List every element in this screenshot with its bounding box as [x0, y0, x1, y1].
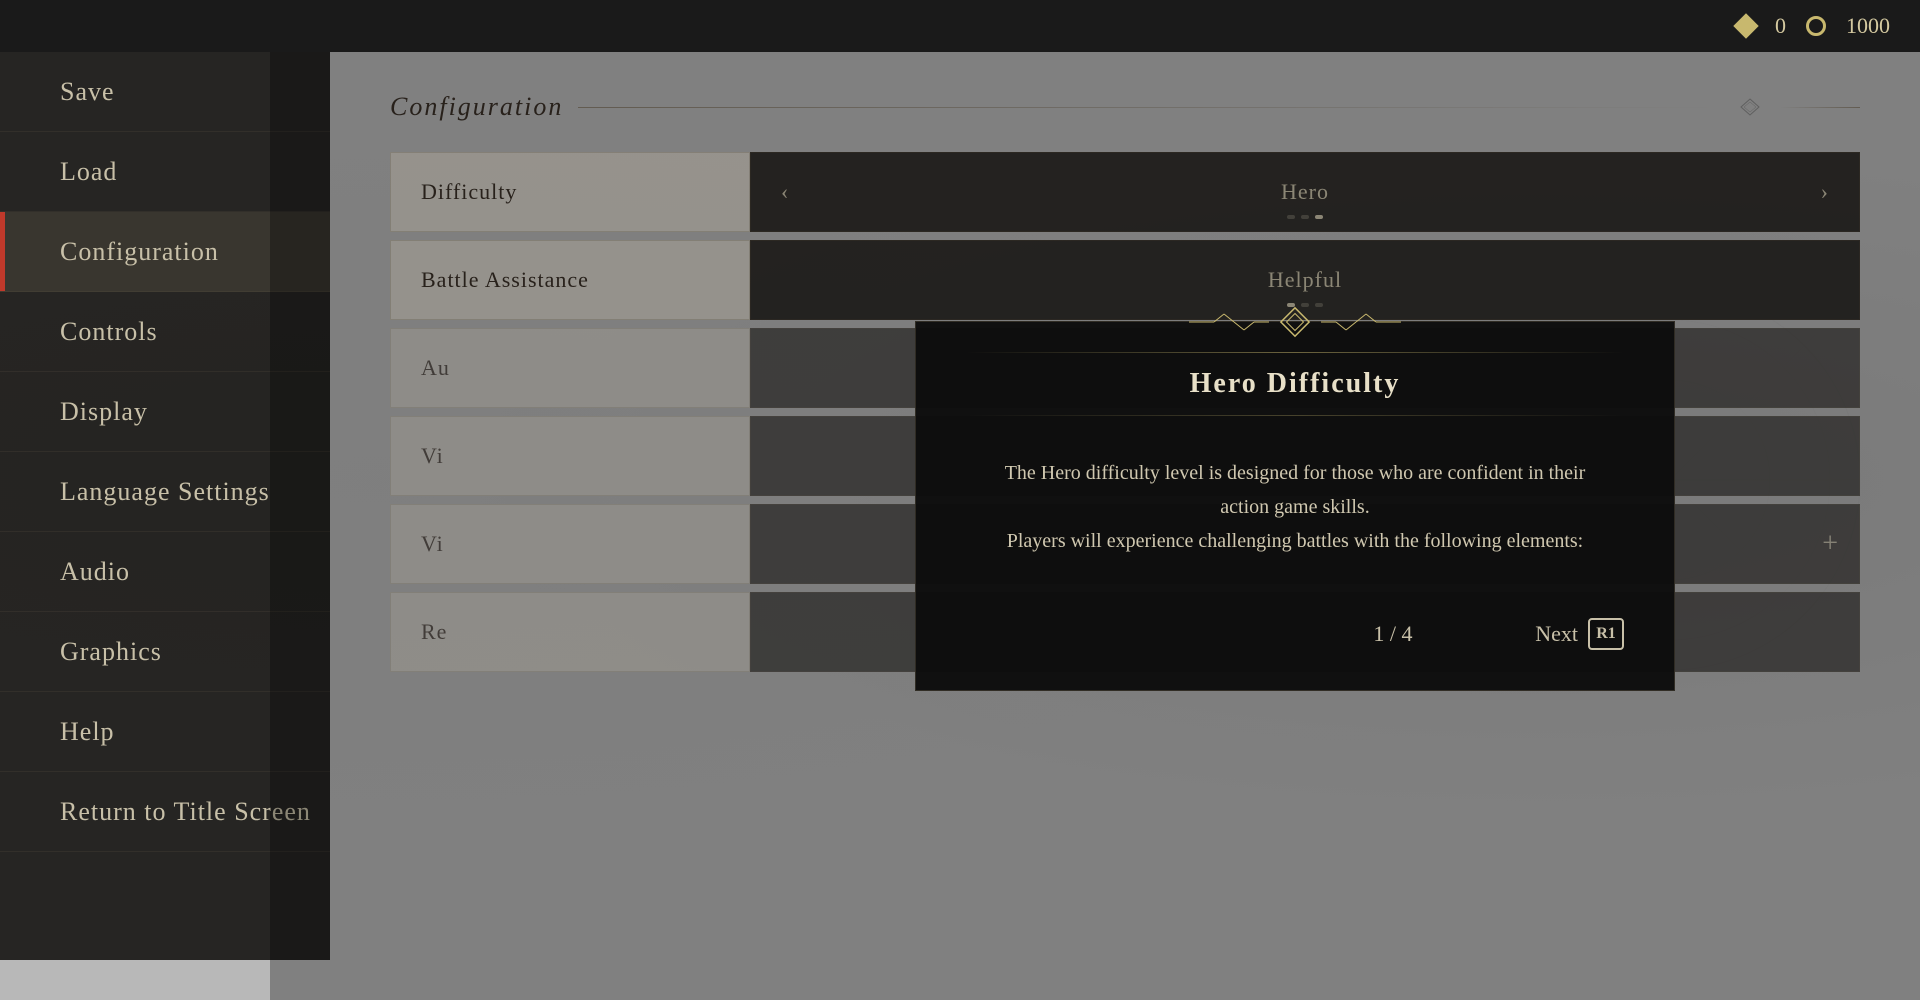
top-bar: 0 1000 [0, 0, 1920, 52]
modal-footer: 1 / 4 Next R1 [966, 618, 1624, 650]
currency1-value: 0 [1775, 13, 1786, 39]
currency2-value: 1000 [1846, 13, 1890, 39]
sidebar-label-load: Load [60, 157, 117, 187]
circle-currency-icon [1806, 16, 1826, 36]
sidebar-label-controls: Controls [60, 317, 158, 347]
sidebar-label-save: Save [60, 77, 115, 107]
sidebar-label-audio: Audio [60, 557, 130, 587]
modal-page-total: 4 [1402, 621, 1413, 646]
modal-body-line1: The Hero difficulty level is designed fo… [1005, 462, 1586, 518]
modal-page-current: 1 [1373, 621, 1384, 646]
modal-title-line-top [966, 352, 1624, 353]
hero-difficulty-modal: Hero Difficulty The Hero difficulty leve… [915, 321, 1675, 691]
modal-next-button[interactable]: Next R1 [1535, 618, 1624, 650]
modal-title: Hero Difficulty [966, 368, 1624, 400]
sidebar-label-graphics: Graphics [60, 637, 162, 667]
modal-page-separator: / [1390, 621, 1402, 646]
r1-badge: R1 [1588, 618, 1624, 650]
modal-diamond-icon [1277, 304, 1313, 340]
diamond-currency-icon [1733, 13, 1758, 38]
sidebar-label-language-settings: Language Settings [60, 477, 270, 507]
modal-overlay: Hero Difficulty The Hero difficulty leve… [270, 12, 1920, 1000]
modal-next-label: Next [1535, 621, 1578, 647]
sidebar-label-display: Display [60, 397, 148, 427]
modal-deco-left [1189, 312, 1269, 332]
modal-body: The Hero difficulty level is designed fo… [966, 456, 1624, 558]
modal-header-decoration [1189, 304, 1401, 340]
sidebar-label-configuration: Configuration [60, 237, 219, 267]
modal-page-indicator: 1 / 4 [1251, 621, 1536, 647]
modal-body-line2: Players will experience challenging batt… [1007, 530, 1584, 552]
modal-deco-right [1321, 312, 1401, 332]
modal-title-separator [966, 415, 1624, 416]
sidebar-label-help: Help [60, 717, 115, 747]
main-content: Configuration Difficulty ‹ Hero › Battle… [330, 52, 1920, 960]
